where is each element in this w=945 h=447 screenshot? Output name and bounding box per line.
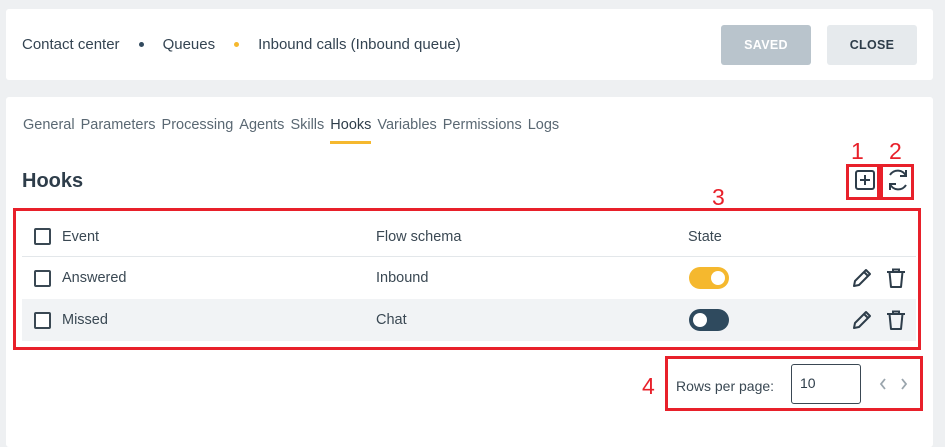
tab-processing[interactable]: Processing: [162, 117, 234, 144]
callout-3: 3: [712, 184, 725, 210]
breadcrumb-contact-center[interactable]: Contact center: [22, 36, 120, 53]
annotation-box-table: [13, 208, 921, 350]
breadcrumb: Contact center Queues Inbound calls (Inb…: [22, 36, 461, 53]
breadcrumb-current: Inbound calls (Inbound queue): [258, 36, 461, 53]
saved-button[interactable]: SAVED: [721, 25, 811, 65]
tab-agents[interactable]: Agents: [239, 117, 284, 144]
tab-logs[interactable]: Logs: [528, 117, 559, 144]
breadcrumb-queues[interactable]: Queues: [163, 36, 216, 53]
tab-bar: General Parameters Processing Agents Ski…: [23, 117, 565, 144]
annotation-box-refresh: [880, 164, 914, 200]
tab-parameters[interactable]: Parameters: [81, 117, 156, 144]
tab-skills[interactable]: Skills: [290, 117, 324, 144]
tab-hooks[interactable]: Hooks: [330, 117, 372, 144]
tab-variables[interactable]: Variables: [377, 117, 436, 144]
callout-2: 2: [889, 138, 902, 164]
breadcrumb-separator-dot: [138, 42, 144, 47]
annotation-box-pagination: [665, 356, 923, 411]
callout-1: 1: [851, 138, 864, 164]
breadcrumb-separator-dot: [234, 42, 240, 47]
close-button[interactable]: CLOSE: [827, 25, 917, 65]
page-header: Contact center Queues Inbound calls (Inb…: [6, 9, 933, 80]
annotation-box-add: [846, 164, 880, 200]
tab-permissions[interactable]: Permissions: [443, 117, 522, 144]
section-title: Hooks: [22, 170, 84, 192]
callout-4: 4: [642, 373, 655, 399]
tab-general[interactable]: General: [23, 117, 75, 144]
